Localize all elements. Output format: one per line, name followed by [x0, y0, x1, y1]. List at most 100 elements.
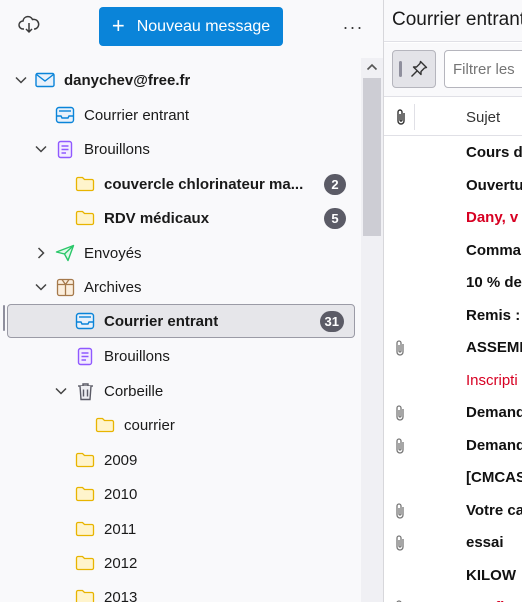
folder-pane: + Nouveau message ··· danychev@free.fr C… [0, 0, 383, 602]
folder-label: 2009 [104, 451, 138, 469]
paperclip-icon [392, 405, 408, 421]
folder-pane-menu-button[interactable]: ··· [338, 12, 368, 42]
message-subject: KILOW [466, 566, 516, 584]
folder-label: Archives [84, 278, 142, 296]
message-subject: ASSEMI [466, 339, 522, 356]
message-row[interactable]: Cours d [384, 137, 522, 170]
folder-drafts[interactable]: Brouillons [0, 132, 358, 166]
unread-count-badge: 2 [324, 173, 346, 195]
folder-2012[interactable]: 2012 [0, 546, 358, 580]
filter-messages-input[interactable] [444, 50, 522, 88]
message-row[interactable]: ASSEMI [384, 332, 522, 365]
folder-2009[interactable]: 2009 [0, 443, 358, 477]
cloud-download-icon [18, 14, 40, 40]
folder-label: RDV médicaux [104, 209, 210, 227]
paperclip-icon [392, 437, 408, 454]
folder-archives-drafts[interactable]: Brouillons [0, 339, 358, 373]
draft-icon [75, 346, 95, 366]
message-subject: Inscripti [466, 371, 518, 389]
folder-2010[interactable]: 2010 [0, 477, 358, 511]
folder-label: 2012 [104, 554, 138, 572]
message-subject: Ouvertu [466, 176, 522, 194]
message-row[interactable]: Demand [384, 397, 522, 430]
message-subject: 10 % de [466, 274, 522, 291]
folder-icon [75, 484, 95, 504]
folder-drafts-couvercle[interactable]: couvercle chlorinateur ma... 2 [0, 167, 358, 201]
message-row[interactable]: 10 % de [384, 267, 522, 300]
folder-archives[interactable]: Archives [0, 270, 358, 304]
message-subject: Remis : [466, 306, 521, 324]
message-row[interactable]: KILOW [384, 560, 522, 593]
folder-drafts-rdv[interactable]: RDV médicaux 5 [0, 201, 358, 235]
scrollbar-thumb[interactable] [363, 78, 381, 236]
folder-icon [75, 587, 95, 602]
folder-icon [75, 174, 95, 194]
subject-column-header[interactable]: Sujet [466, 109, 500, 126]
chevron-right-icon[interactable] [33, 245, 49, 261]
envelope-icon [35, 70, 55, 90]
folder-inbox[interactable]: Courrier entrant [0, 98, 358, 132]
folder-label: Brouillons [104, 347, 170, 365]
folder-label: Courrier entrant [84, 106, 190, 124]
paperclip-icon [392, 502, 408, 519]
folder-pane-header: + Nouveau message ··· [0, 0, 383, 58]
paperclip-icon [392, 535, 408, 551]
message-row[interactable]: Dany, v [384, 202, 522, 235]
trash-icon [75, 381, 95, 401]
attachment-column-header[interactable] [392, 108, 410, 126]
message-row[interactable]: Demand [384, 430, 522, 463]
folder-sent[interactable]: Envoyés [0, 236, 358, 270]
folder-icon [75, 519, 95, 539]
inbox-icon [55, 105, 75, 125]
folder-trash[interactable]: Corbeille [0, 374, 358, 408]
message-subject: Demand [466, 436, 522, 454]
folder-label: courrier [124, 416, 175, 434]
message-row[interactable]: Comma [384, 235, 522, 268]
column-separator[interactable] [414, 104, 415, 130]
paper-plane-icon [55, 243, 75, 263]
paperclip-icon [392, 340, 408, 356]
scroll-up-arrow-icon[interactable] [361, 58, 383, 76]
folder-label: 2011 [104, 520, 137, 538]
message-row[interactable]: Ouvertu [384, 170, 522, 203]
message-subject: Comma [466, 241, 522, 259]
folder-label: Brouillons [84, 140, 150, 158]
folder-2011[interactable]: 2011 [0, 512, 358, 546]
folder-label: 2010 [104, 485, 138, 503]
folder-trash-courrier[interactable]: courrier [0, 408, 358, 442]
draft-icon [55, 139, 75, 159]
archive-box-icon [55, 277, 75, 297]
folder-archives-inbox-selected[interactable]: Courrier entrant 31 [7, 304, 355, 338]
more-options-icon: ··· [342, 16, 364, 37]
folder-account[interactable]: danychev@free.fr [0, 63, 358, 97]
folder-icon [75, 208, 95, 228]
plus-icon: + [111, 12, 125, 38]
message-row[interactable]: Confirm [384, 592, 522, 602]
chevron-down-icon[interactable] [33, 141, 49, 157]
get-messages-button[interactable] [12, 10, 46, 44]
message-row[interactable]: Inscripti [384, 365, 522, 398]
message-list-pane: Courrier entrant Sujet Cours d Ouvertu Dan… [384, 0, 522, 602]
folder-2013[interactable]: 2013 [0, 580, 358, 602]
message-row[interactable]: essai [384, 527, 522, 560]
folder-icon [75, 450, 95, 470]
folder-label: couvercle chlorinateur ma... [104, 175, 304, 193]
message-subject: Cours d [466, 144, 522, 161]
new-message-label: Nouveau message [136, 17, 271, 35]
folder-title: Courrier entrant [392, 9, 522, 30]
message-list-header: Courrier entrant [384, 0, 522, 42]
folder-label: Corbeille [104, 382, 164, 400]
chevron-down-icon[interactable] [53, 383, 69, 399]
folder-pane-scrollbar[interactable] [361, 58, 383, 602]
folder-label: Envoyés [84, 244, 142, 262]
chevron-down-icon[interactable] [13, 72, 29, 88]
folder-icon [95, 415, 115, 435]
message-column-header: Sujet [384, 98, 522, 136]
pin-filter-button[interactable] [392, 50, 436, 88]
message-row[interactable]: [CMCAS [384, 462, 522, 495]
message-row[interactable]: Votre ca [384, 495, 522, 528]
message-row[interactable]: Remis : [384, 300, 522, 333]
quick-filter-bar [384, 43, 522, 97]
chevron-down-icon[interactable] [33, 279, 49, 295]
new-message-button[interactable]: + Nouveau message [99, 7, 283, 46]
